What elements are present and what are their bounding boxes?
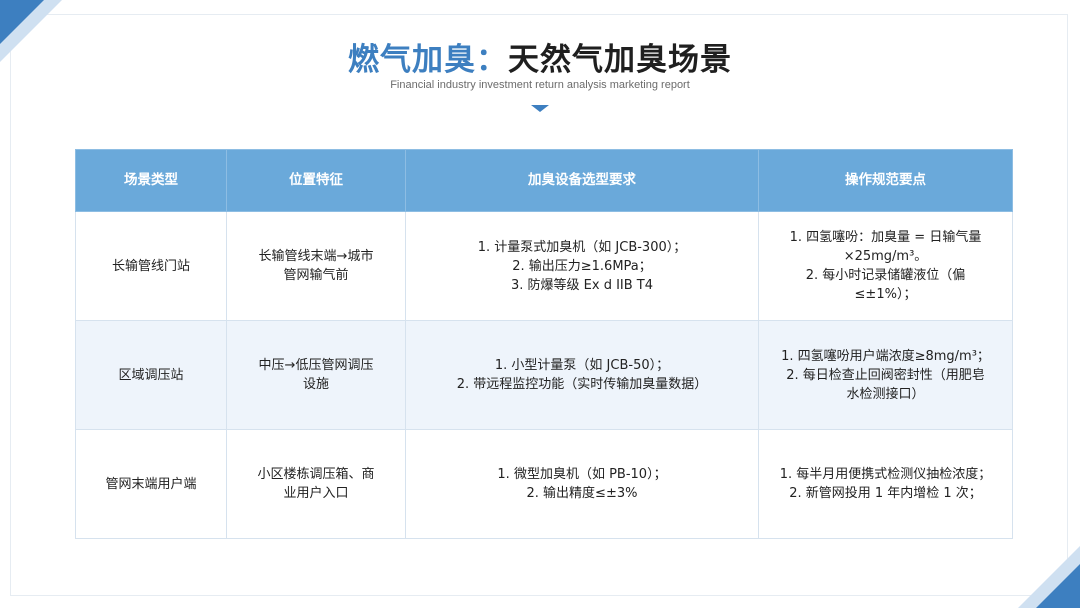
cell-operation: 1. 每半月用便携式检测仪抽检浓度； 2. 新管网投用 1 年内增检 1 次； xyxy=(758,429,1013,539)
cell-line: 1. 每半月用便携式检测仪抽检浓度； xyxy=(779,467,992,482)
cell-equipment: 1. 计量泵式加臭机（如 JCB-300）； 2. 输出压力≥1.6MPa； 3… xyxy=(405,211,759,321)
cell-line: 1. 小型计量泵（如 JCB-50）； xyxy=(494,358,670,373)
cell-line: 管网输气前 xyxy=(283,268,349,283)
table-header-row: 场景类型 位置特征 加臭设备选型要求 操作规范要点 xyxy=(75,149,1013,212)
page-title-highlight: 燃气加臭： xyxy=(348,42,508,78)
cell-line: 2. 带远程监控功能（实时传输加臭量数据） xyxy=(456,377,708,392)
cell-line: 水检测接口） xyxy=(846,386,925,402)
table-row: 长输管线门站 长输管线末端→城市 管网输气前 1. 计量泵式加臭机（如 JCB-… xyxy=(75,211,1013,321)
cell-operation: 1. 四氢噻吩：加臭量 = 日输气量 ×25mg/m³。 2. 每小时记录储罐液… xyxy=(758,211,1013,321)
header-location: 位置特征 xyxy=(226,149,406,212)
cell-scene: 管网末端用户端 xyxy=(75,429,227,539)
cell-line: 2. 每日检查止回阀密封性（用肥皂 xyxy=(786,367,985,383)
table-row: 管网末端用户端 小区楼栋调压箱、商 业用户入口 1. 微型加臭机（如 PB-10… xyxy=(75,429,1013,539)
cell-line: 小区楼栋调压箱、商 xyxy=(257,467,375,482)
cell-equipment: 1. 微型加臭机（如 PB-10）； 2. 输出精度≤±3% xyxy=(405,429,759,539)
header-operation: 操作规范要点 xyxy=(758,149,1013,212)
table-row: 区域调压站 中压→低压管网调压 设施 1. 小型计量泵（如 JCB-50）； 2… xyxy=(75,320,1013,430)
scene-table: 场景类型 位置特征 加臭设备选型要求 操作规范要点 长输管线门站 长输管线末端→… xyxy=(75,149,1013,539)
page-title: 燃气加臭：天然气加臭场景 xyxy=(0,34,1080,79)
cell-line: 2. 每小时记录储罐液位（偏 xyxy=(805,268,966,283)
cell-line: 2. 输出精度≤±3% xyxy=(526,486,638,501)
corner-decoration-bottom-right xyxy=(1036,564,1080,608)
cell-line: ≤±1%）； xyxy=(854,287,917,302)
cell-line: 业用户入口 xyxy=(283,486,349,501)
cell-line: 1. 计量泵式加臭机（如 JCB-300）； xyxy=(477,239,687,255)
cell-line: 2. 新管网投用 1 年内增检 1 次； xyxy=(789,486,982,501)
cell-scene: 区域调压站 xyxy=(75,320,227,430)
header-equipment: 加臭设备选型要求 xyxy=(405,149,759,212)
cell-line: 设施 xyxy=(302,377,329,392)
cell-operation: 1. 四氢噻吩用户端浓度≥8mg/m³； 2. 每日检查止回阀密封性（用肥皂 水… xyxy=(758,320,1013,430)
cell-line: 2. 输出压力≥1.6MPa； xyxy=(512,258,652,274)
triangle-down-icon xyxy=(531,105,549,112)
cell-line: 1. 四氢噻吩用户端浓度≥8mg/m³； xyxy=(781,348,990,364)
header-scene-type: 场景类型 xyxy=(75,149,227,212)
page-subtitle: Financial industry investment return ana… xyxy=(390,79,690,91)
cell-line: 3. 防爆等级 Ex d IIB T4 xyxy=(510,277,654,293)
cell-location: 长输管线末端→城市 管网输气前 xyxy=(226,211,406,321)
page-title-main: 天然气加臭场景 xyxy=(508,42,732,78)
cell-location: 小区楼栋调压箱、商 业用户入口 xyxy=(226,429,406,539)
cell-scene: 长输管线门站 xyxy=(75,211,227,321)
cell-line: 中压→低压管网调压 xyxy=(258,358,374,373)
cell-line: 长输管线末端→城市 xyxy=(258,249,374,264)
cell-equipment: 1. 小型计量泵（如 JCB-50）； 2. 带远程监控功能（实时传输加臭量数据… xyxy=(405,320,759,430)
cell-line: 1. 四氢噻吩：加臭量 = 日输气量 xyxy=(789,230,982,245)
cell-line: ×25mg/m³。 xyxy=(843,249,928,264)
cell-line: 1. 微型加臭机（如 PB-10）； xyxy=(497,467,667,482)
cell-location: 中压→低压管网调压 设施 xyxy=(226,320,406,430)
